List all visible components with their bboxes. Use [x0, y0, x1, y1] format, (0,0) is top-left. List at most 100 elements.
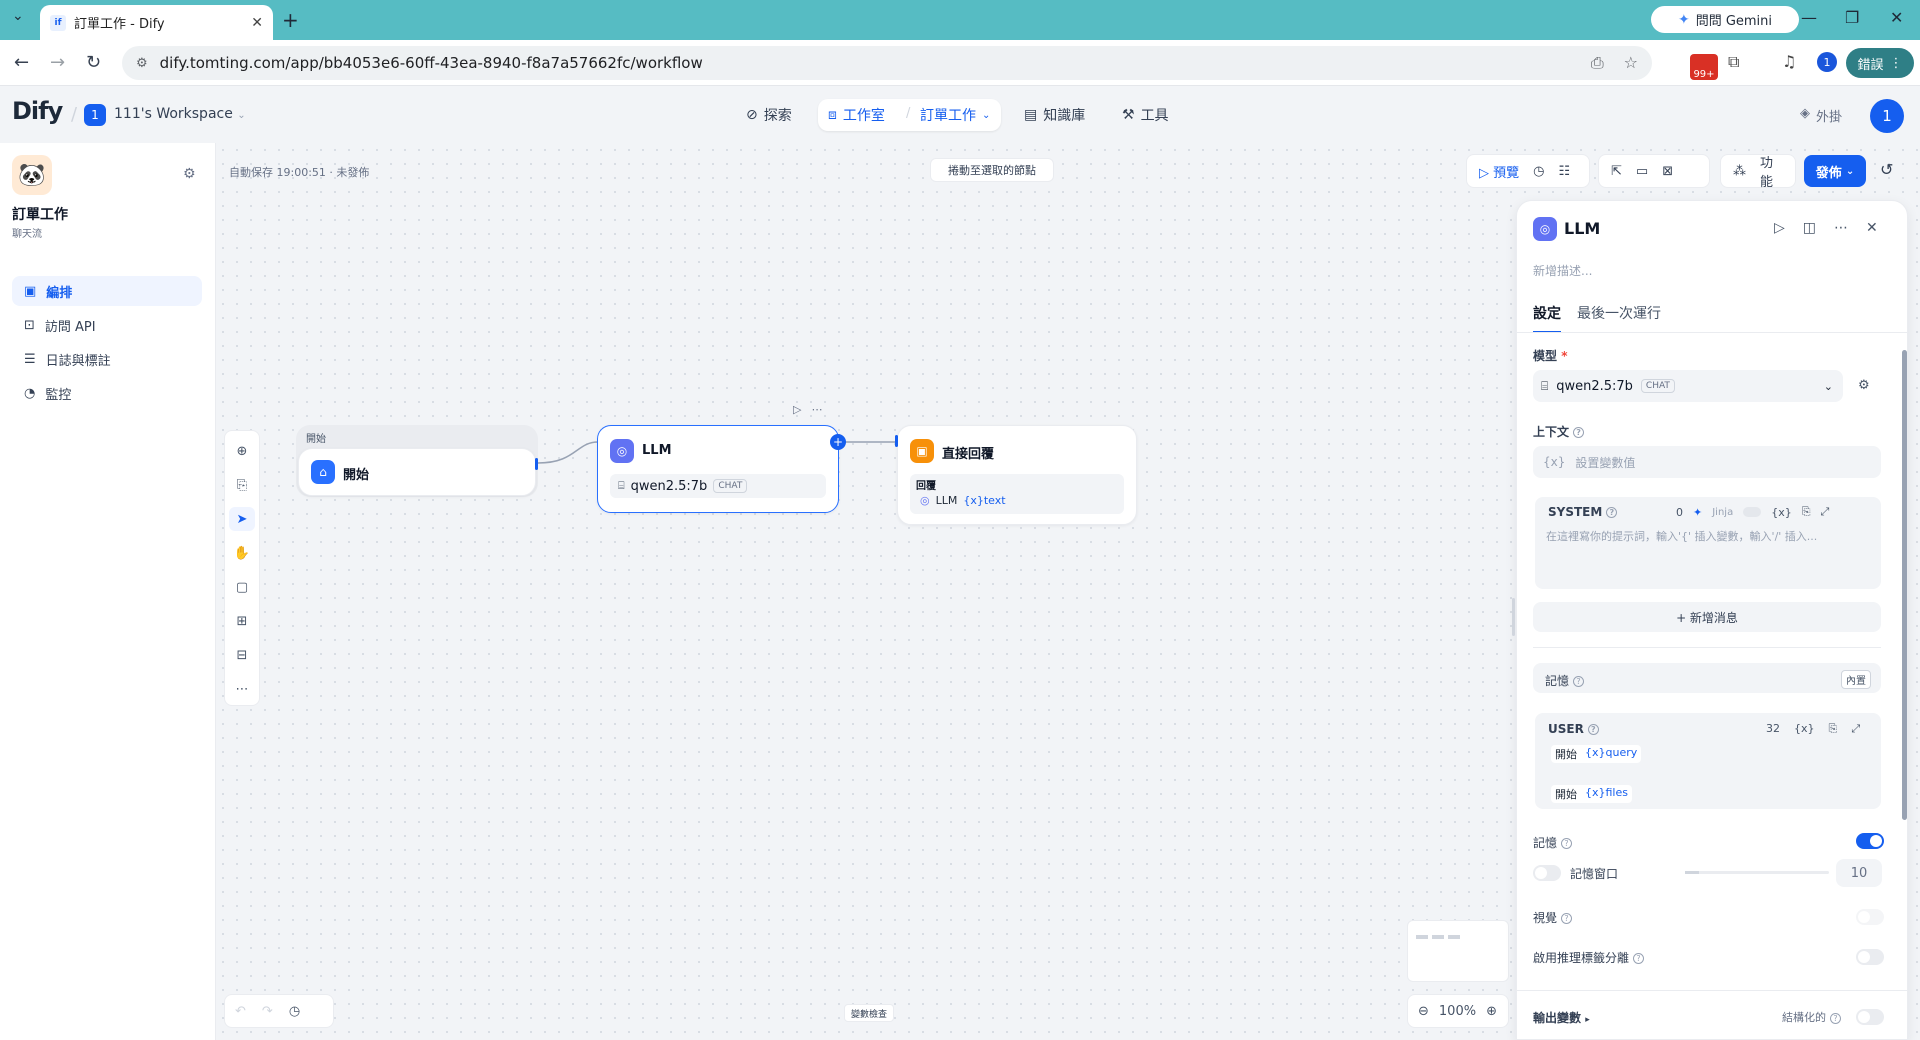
version-history-icon[interactable]: ↺ — [1880, 160, 1893, 179]
close-tab-icon[interactable]: ✕ — [251, 15, 263, 31]
answer-node-handle[interactable] — [895, 435, 898, 447]
variable-check-button[interactable]: 變數檢查 — [844, 1004, 894, 1022]
add-note-icon[interactable]: ⎘ — [229, 473, 255, 497]
bookmark-star-icon[interactable]: ☆ — [1624, 53, 1638, 73]
start-node-handle[interactable] — [535, 458, 538, 470]
back-icon[interactable]: ← — [14, 52, 29, 73]
browser-tab[interactable]: if 訂單工作 - Dify ✕ — [40, 5, 273, 40]
expand-icon[interactable]: ⤢ — [1821, 505, 1830, 519]
redo-icon[interactable]: ↷ — [262, 1004, 273, 1019]
add-message-button[interactable]: + 新增消息 — [1533, 602, 1881, 632]
copy-icon[interactable]: ⎘ — [1802, 505, 1811, 519]
sidebar-item-logs[interactable]: ☰ 日誌與標註 — [12, 344, 202, 374]
expand-icon[interactable]: ⤢ — [1851, 722, 1860, 736]
memory-window-slider[interactable] — [1685, 871, 1829, 874]
insert-variable-icon[interactable]: {x} — [1794, 722, 1815, 736]
workspace-selector[interactable]: 111's Workspace ⌄ — [114, 106, 246, 122]
help-icon[interactable]: ? — [1633, 953, 1645, 964]
memory-toggle[interactable] — [1856, 833, 1884, 849]
undo-icon[interactable]: ↶ — [235, 1004, 246, 1019]
restore-icon[interactable]: ❐ — [1845, 8, 1859, 27]
user-avatar[interactable]: 1 — [1870, 99, 1904, 133]
help-icon[interactable]: ? — [1587, 724, 1599, 735]
minimap[interactable] — [1407, 920, 1509, 982]
ai-generate-icon[interactable]: ✦ — [1693, 506, 1702, 519]
site-info-icon[interactable]: ⚙ — [136, 56, 148, 71]
more-icon[interactable]: ⋯ — [229, 677, 255, 701]
close-icon[interactable]: ✕ — [1866, 220, 1878, 236]
address-bar[interactable]: ⚙ dify.tomting.com/app/bb4053e6-60ff-43e… — [122, 46, 1652, 80]
run-step-icon[interactable]: ▷ — [793, 403, 801, 419]
tab-last-run[interactable]: 最後一次運行 — [1577, 303, 1661, 323]
context-var-picker[interactable]: {x} 設置變數值 — [1533, 446, 1881, 478]
sidebar-item-monitor[interactable]: ◔ 監控 — [12, 378, 202, 408]
import-dsl-icon[interactable]: ⇱ — [1611, 164, 1622, 179]
help-icon[interactable]: ? — [1573, 427, 1585, 438]
checklist-icon[interactable]: ☷ — [1559, 164, 1571, 179]
nav-current-app[interactable]: 訂單工作 ⌄ — [920, 105, 990, 125]
env-variables-icon[interactable]: ▭ — [1636, 164, 1648, 179]
history-icon[interactable]: ◷ — [289, 1004, 300, 1019]
scroll-to-selected-tip[interactable]: 捲動至選取的節點 — [930, 158, 1054, 182]
vision-toggle[interactable] — [1856, 909, 1884, 925]
extension-badge[interactable]: 99+ — [1690, 54, 1718, 80]
extensions-puzzle-icon[interactable]: ⧉ — [1728, 52, 1739, 72]
organize-icon[interactable]: ⊞ — [229, 609, 255, 633]
jinja-toggle[interactable] — [1743, 507, 1762, 517]
preview-button[interactable]: ▷ 預覽 — [1479, 162, 1519, 181]
hand-icon[interactable]: ✋ — [229, 541, 255, 565]
install-app-icon[interactable]: ⎙ — [1591, 53, 1604, 73]
tab-search-icon[interactable]: ⌄ — [12, 8, 24, 24]
gemini-button[interactable]: ✦ 問問 Gemini — [1651, 6, 1799, 33]
nav-tools[interactable]: ⚒ 工具 — [1122, 105, 1169, 125]
browser-error-button[interactable]: 錯誤 ⋮ — [1846, 48, 1914, 78]
insert-variable-icon[interactable]: {x} — [1771, 506, 1792, 519]
structured-toggle[interactable] — [1856, 1009, 1884, 1025]
output-vars-toggle[interactable]: 輸出變數 ▸ — [1533, 1009, 1590, 1026]
help-icon[interactable]: ? — [1561, 913, 1573, 924]
minimize-icon[interactable]: — — [1801, 8, 1817, 27]
new-tab-icon[interactable]: + — [282, 8, 299, 32]
more-icon[interactable]: ⋯ — [1834, 220, 1848, 236]
memory-window-input[interactable]: 10 — [1836, 859, 1882, 887]
sidebar-item-api[interactable]: ⊡ 訪問 API — [12, 310, 202, 340]
model-selector[interactable]: ⌸ qwen2.5:7b CHAT ⌄ — [1533, 370, 1843, 402]
workspace-icon[interactable]: 1 — [84, 104, 106, 126]
pointer-icon[interactable]: ➤ — [229, 507, 255, 531]
media-controls-icon[interactable]: ♫ — [1782, 52, 1796, 71]
help-icon[interactable]: ? — [1561, 838, 1573, 849]
export-image-icon[interactable]: ⊟ — [229, 643, 255, 667]
comment-icon[interactable]: ▢ — [229, 575, 255, 599]
system-placeholder[interactable]: 在這裡寫你的提示詞，輸入'{' 插入變數，輸入'/' 插入... — [1546, 528, 1866, 544]
nav-explore[interactable]: ⊘ 探索 — [746, 105, 792, 125]
nav-knowledge[interactable]: ▤ 知識庫 — [1024, 105, 1085, 125]
conversation-variables-icon[interactable]: ⊠ — [1662, 164, 1673, 179]
profile-avatar[interactable]: 1 — [1817, 52, 1837, 72]
run-step-icon[interactable]: ▷ — [1774, 220, 1785, 236]
add-node-icon[interactable]: ⊕ — [229, 439, 255, 463]
plugins-button[interactable]: ◈ 外掛 — [1800, 106, 1842, 125]
help-icon[interactable]: ? — [1606, 507, 1618, 518]
close-window-icon[interactable]: ✕ — [1890, 8, 1903, 27]
run-history-icon[interactable]: ◷ — [1533, 164, 1544, 179]
features-button[interactable]: ⁂ 功能 — [1720, 154, 1796, 190]
publish-button[interactable]: 發佈 ⌄ — [1804, 155, 1866, 187]
llm-node[interactable] — [597, 425, 839, 513]
zoom-out-icon[interactable]: ⊖ — [1418, 1004, 1429, 1019]
dify-logo[interactable]: Dify — [12, 97, 63, 125]
split-view-icon[interactable]: ◫ — [1803, 220, 1816, 236]
zoom-level[interactable]: 100% — [1439, 1004, 1476, 1019]
copy-icon[interactable]: ⎘ — [1829, 722, 1838, 736]
model-params-icon[interactable]: ⚙ — [1858, 378, 1870, 393]
panel-scrollbar[interactable] — [1902, 350, 1907, 820]
sidebar-item-orchestrate[interactable]: ▣ 編排 — [12, 276, 202, 306]
reasoning-toggle[interactable] — [1856, 949, 1884, 965]
app-settings-icon[interactable]: ⚙ — [183, 166, 196, 182]
help-icon[interactable]: ? — [1573, 676, 1585, 687]
panel-resize-handle[interactable] — [1512, 598, 1515, 636]
forward-icon[interactable]: → — [50, 52, 65, 73]
reload-icon[interactable]: ↻ — [86, 52, 101, 73]
more-icon[interactable]: ⋯ — [811, 403, 822, 419]
memory-window-toggle[interactable] — [1533, 865, 1561, 881]
zoom-in-icon[interactable]: ⊕ — [1486, 1004, 1497, 1019]
